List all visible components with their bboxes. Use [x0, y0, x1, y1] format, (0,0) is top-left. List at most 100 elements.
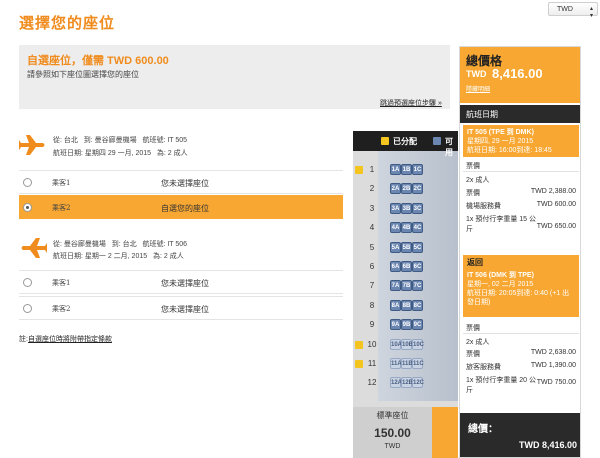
seat-row-number: 11 — [367, 359, 377, 368]
seat-button[interactable]: 12B — [401, 377, 413, 388]
passenger-row[interactable]: 乘客1 您未選擇座位 — [19, 170, 343, 194]
seat-row-number: 1 — [369, 165, 375, 174]
seat-button[interactable]: 6A — [390, 261, 401, 272]
seat-button[interactable]: 9B — [401, 319, 412, 330]
flight-2-route: 從: 曼谷廊曼機場 到: 台北 航班號: IT 506 — [53, 239, 187, 249]
seat-button[interactable]: 3B — [401, 203, 412, 214]
seat-button[interactable]: 7A — [390, 280, 401, 291]
fare-item-amount: TWD 2,638.00 — [530, 349, 576, 356]
seat-row-number: 2 — [369, 184, 375, 193]
flight-2-number: 航班號: IT 506 — [142, 241, 188, 248]
exit-row-marker — [355, 341, 363, 349]
price-summary: 總價格 TWD 8,416.00 隱藏明細 航班日期 IT 505 (TPE 到… — [459, 46, 581, 458]
divider — [463, 333, 579, 334]
seat-row-number: 7 — [369, 281, 375, 290]
passenger-radio[interactable] — [23, 304, 32, 313]
seat-button[interactable]: 1C — [412, 164, 423, 175]
seat-button[interactable]: 5A — [390, 242, 401, 253]
inbound-line3: 航班日期: 20:05到達: 0:40 (+1 出發日期) — [467, 290, 570, 306]
fare-item-label: 旅客服務費 — [466, 364, 501, 371]
seat-button[interactable]: 3A — [390, 203, 401, 214]
seat-button[interactable]: 10A — [390, 339, 402, 350]
seat-button[interactable]: 2B — [401, 183, 412, 194]
fare-item-amount: TWD 1,390.00 — [530, 362, 576, 369]
seat-button[interactable]: 7C — [412, 280, 423, 291]
inbound-fare-item: 旅客服務費 TWD 1,390.00 — [466, 362, 576, 372]
seat-row-number: 10 — [367, 340, 377, 349]
inbound-fare-item: 票價 TWD 2,638.00 — [466, 349, 576, 359]
seat-button[interactable]: 11A — [390, 358, 402, 369]
seat-button[interactable]: 8A — [390, 300, 401, 311]
fare-item-label: 機場服務費 — [466, 203, 501, 210]
fare-item-label: 票價 — [466, 190, 480, 197]
inbound-line2: 星期一, 02 二月 2015 — [467, 281, 534, 288]
seat-category-standard[interactable]: 標準座位 150.00 TWD — [353, 407, 432, 458]
seat-button[interactable]: 4A — [390, 222, 401, 233]
passenger-row[interactable]: 乘客2 您未選擇座位 — [19, 296, 343, 320]
passenger-name: 乘客2 — [52, 204, 71, 212]
passenger-radio[interactable] — [23, 278, 32, 287]
seat-button[interactable]: 2A — [390, 183, 401, 194]
seat-button[interactable]: 6C — [412, 261, 423, 272]
seat-category-premium[interactable] — [432, 407, 458, 458]
flight-2-date: 航班日期: 星期一 2 二月, 2015 — [53, 253, 148, 260]
seat-status: 您未選擇座位 — [161, 279, 209, 288]
outbound-pax: 2x 成人 — [466, 177, 490, 184]
seat-status: 您未選擇座位 — [161, 305, 209, 314]
seat-button[interactable]: 1A — [390, 164, 401, 175]
seat-button[interactable]: 2C — [412, 183, 423, 194]
skip-seat-link[interactable]: 跳過預選座位步驟 » — [380, 98, 442, 108]
seat-button[interactable]: 4C — [412, 222, 423, 233]
seat-button[interactable]: 8C — [412, 300, 423, 311]
passenger-radio[interactable] — [23, 178, 32, 187]
seat-button[interactable]: 8B — [401, 300, 412, 311]
seat-button[interactable]: 10B — [401, 339, 413, 350]
chevron-updown-icon: ▴ ▾ — [589, 6, 593, 19]
legend-assigned-label: 已分配 — [393, 137, 417, 146]
category-label: 標準座位 — [376, 411, 409, 420]
flight-1-to: 到: 曼谷廊曼機場 — [83, 137, 137, 144]
terms-link[interactable]: 自選座位時將附帶指定條款 — [28, 336, 112, 343]
seat-status: 您未選擇座位 — [161, 179, 209, 188]
outbound-line1: IT 505 (TPE 到 DMK) — [467, 129, 534, 136]
available-legend-icon — [433, 137, 441, 145]
passenger-row[interactable]: 乘客1 您未選擇座位 — [19, 270, 343, 294]
return-flight-box: 返回 IT 506 (DMK 到 TPE) 星期一, 02 二月 2015 航班… — [463, 255, 579, 317]
seat-button[interactable]: 5C — [412, 242, 423, 253]
seat-button[interactable]: 4B — [401, 222, 412, 233]
seat-button[interactable]: 12A — [390, 377, 402, 388]
flight-1-pax-count: 為: 2 成人 — [156, 150, 188, 157]
passenger-name: 乘客1 — [52, 179, 71, 187]
passenger-name: 乘客1 — [52, 279, 71, 287]
seat-button[interactable]: 3C — [412, 203, 423, 214]
seat-button[interactable]: 1B — [401, 164, 412, 175]
seat-button[interactable]: 10C — [412, 339, 424, 350]
flight-1-route: 從: 台北 到: 曼谷廊曼機場 航班號: IT 505 — [53, 135, 187, 145]
summary-currency: TWD — [466, 69, 487, 79]
assigned-legend-icon — [381, 137, 389, 145]
seat-button[interactable]: 5B — [401, 242, 412, 253]
fare-item-amount: TWD 600.00 — [536, 201, 576, 208]
outbound-fare-item: 機場服務費 TWD 600.00 — [466, 201, 576, 211]
seat-button[interactable]: 9C — [412, 319, 423, 330]
passenger-radio-checked[interactable] — [23, 203, 32, 212]
passenger-row-selected[interactable]: 乘客2 自選您的座位 — [19, 195, 343, 219]
currency-select[interactable]: TWD ▴ ▾ — [548, 2, 598, 19]
category-price: 150.00 — [374, 426, 411, 440]
flight-2-pax-count: 為: 2 成人 — [152, 253, 184, 260]
seat-row-number: 3 — [369, 204, 375, 213]
seat-button[interactable]: 6B — [401, 261, 412, 272]
seat-button[interactable]: 12C — [412, 377, 424, 388]
flight-2-from: 從: 曼谷廊曼機場 — [53, 241, 106, 248]
seat-button[interactable]: 7B — [401, 280, 412, 291]
seat-button[interactable]: 11C — [412, 358, 424, 369]
seat-row-number: 8 — [369, 301, 375, 310]
flight-1-number: 航班號: IT 505 — [142, 137, 188, 144]
hide-details-link[interactable]: 隱藏明細 — [466, 84, 490, 93]
seat-button[interactable]: 11B — [401, 358, 413, 369]
inbound-pax: 2x 成人 — [466, 339, 490, 346]
inbound-fare-item: 1x 預付行李重量 20 公斤 TWD 750.00 — [466, 375, 576, 395]
category-currency: TWD — [384, 443, 401, 450]
fare-item-amount: TWD 650.00 — [536, 223, 576, 230]
seat-button[interactable]: 9A — [390, 319, 401, 330]
